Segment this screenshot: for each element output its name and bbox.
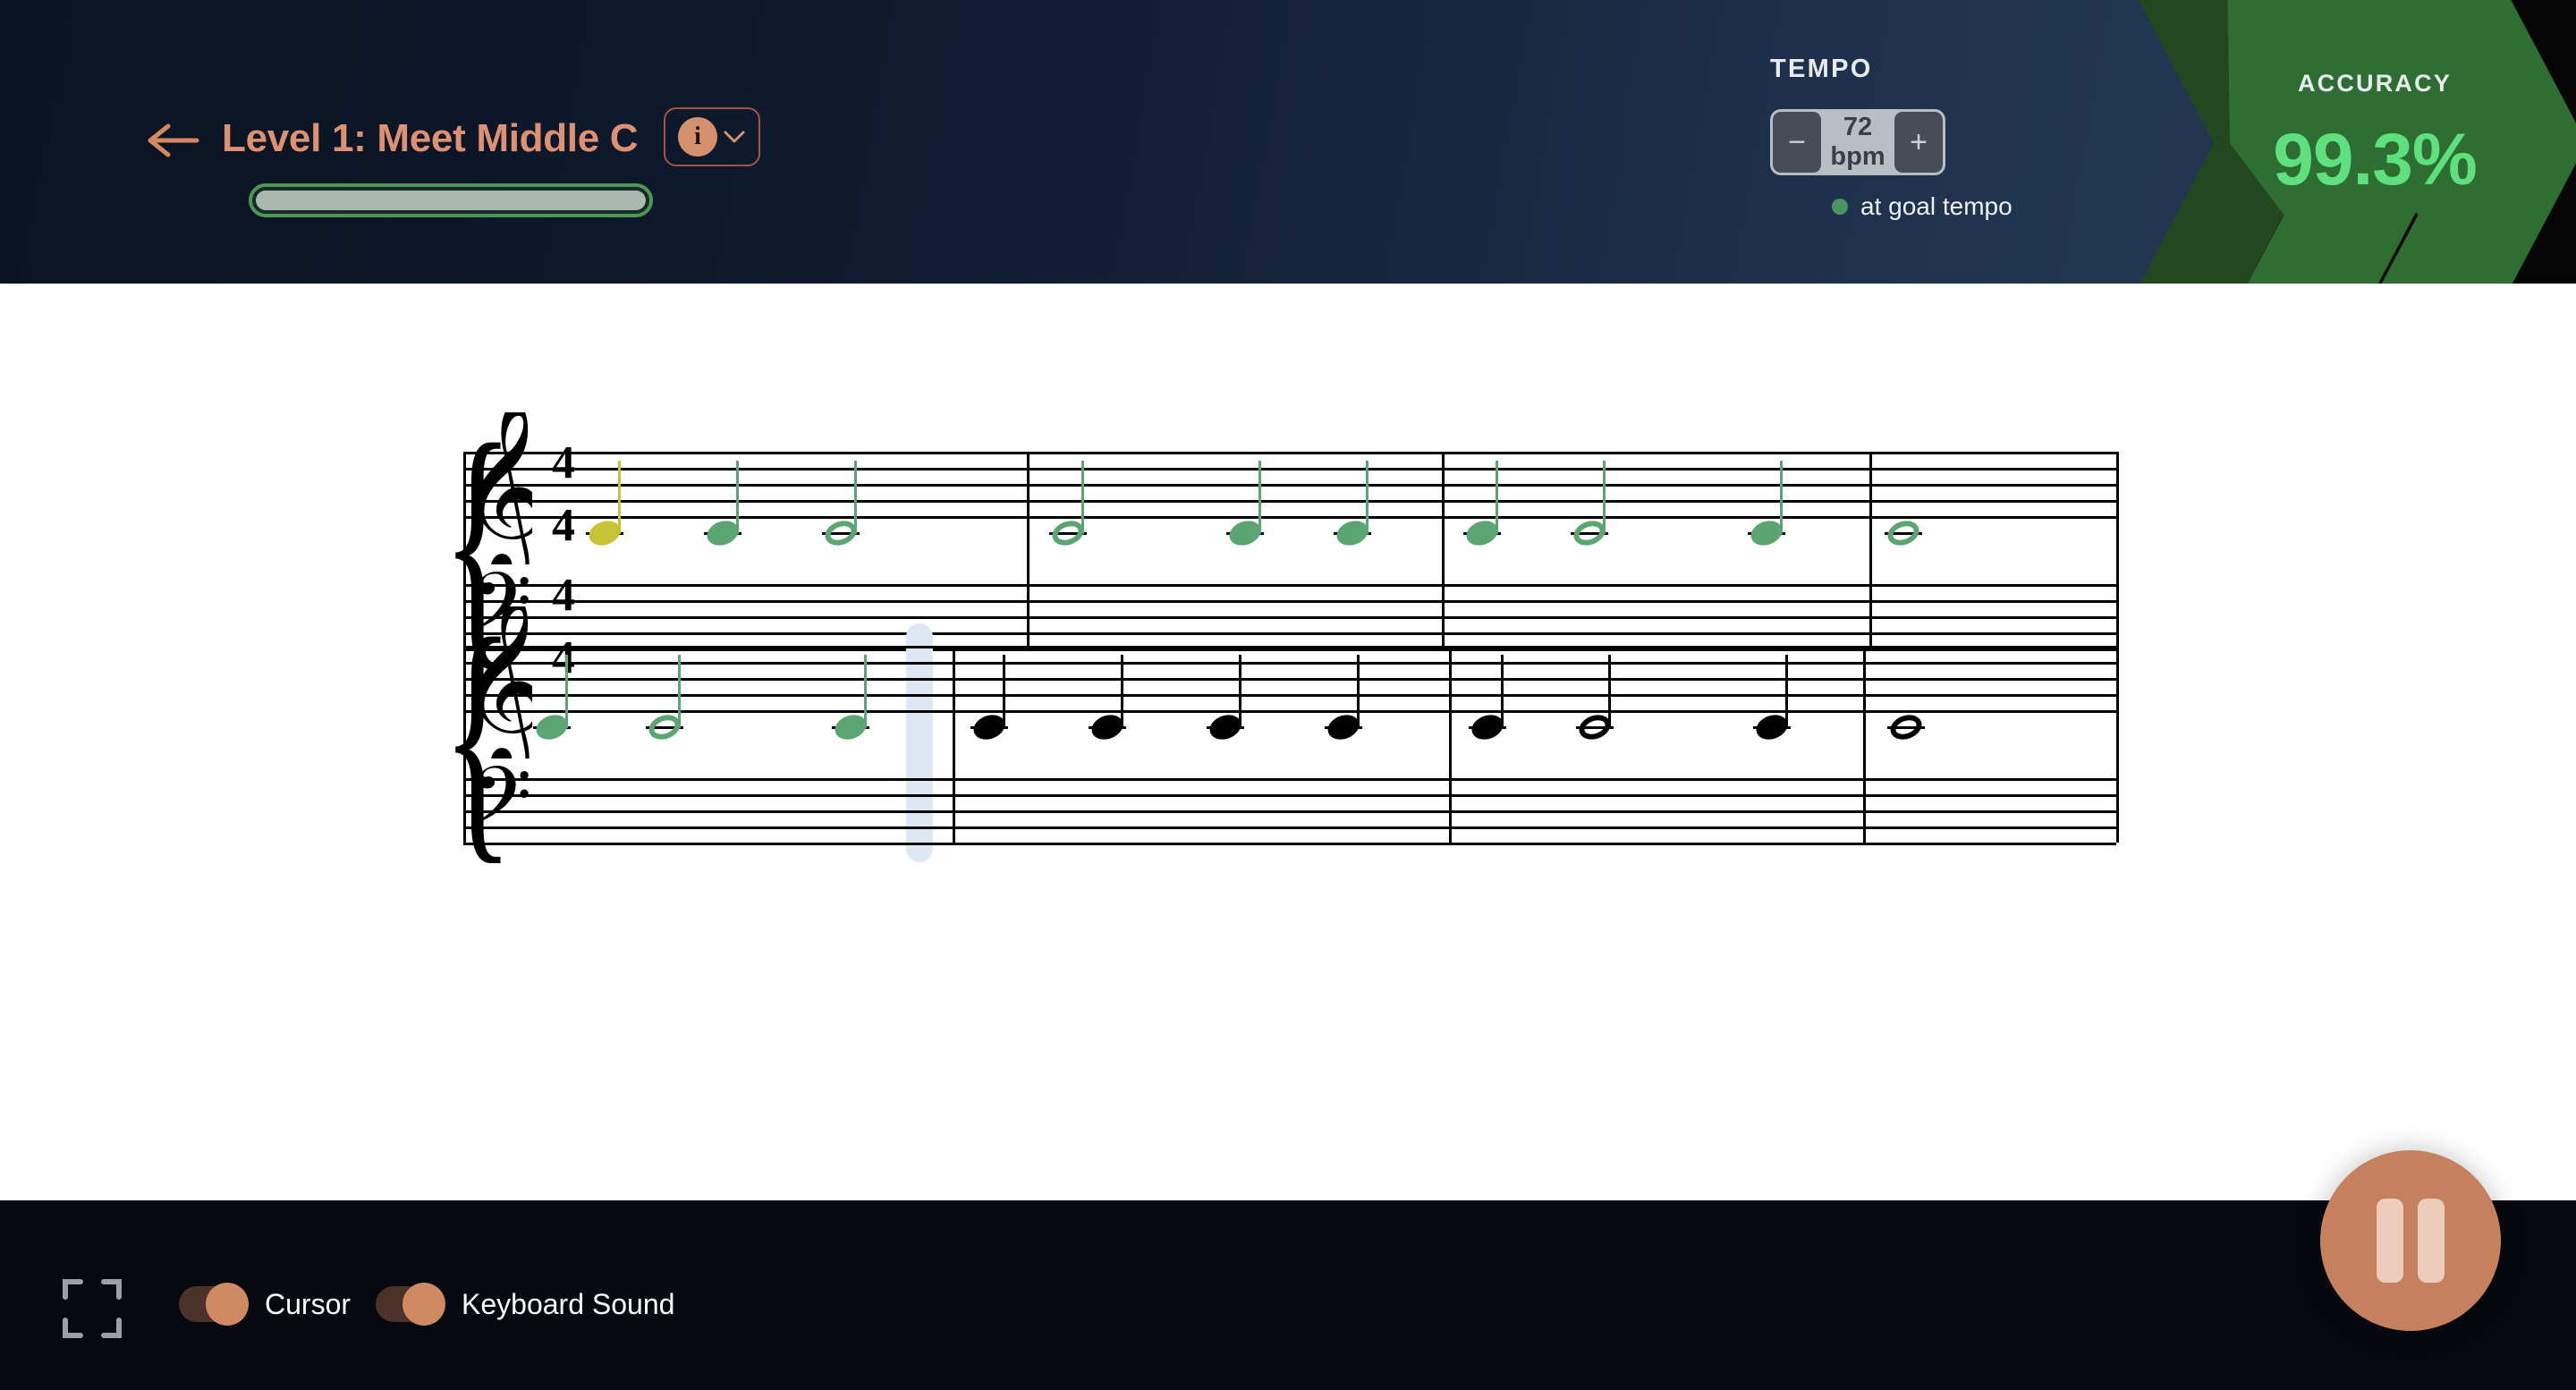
accuracy-label: ACCURACY: [2297, 70, 2453, 97]
info-dropdown-button[interactable]: i: [664, 107, 760, 166]
note-stem: [678, 655, 681, 728]
treble-staff-line: [463, 662, 2116, 665]
bass-staff-line: [463, 794, 2116, 797]
chevron-down-icon: [724, 131, 745, 143]
toggle-label-keyboard-sound: Keyboard Sound: [462, 1287, 675, 1320]
toggle-label-cursor: Cursor: [265, 1287, 352, 1320]
treble-staff-line: [463, 646, 2116, 648]
tempo-label: TEMPO: [1770, 55, 1873, 83]
note-stem: [1239, 655, 1241, 728]
tempo-status-label: at goal tempo: [1860, 192, 2012, 220]
toggle-knob-keyboard-sound: [402, 1283, 445, 1326]
note-stem: [1003, 655, 1005, 728]
staff-system-2: {𝄞 𝄢: [0, 284, 2576, 1200]
pause-icon-bar-right: [2418, 1199, 2445, 1283]
fullscreen-icon[interactable]: [61, 1277, 123, 1340]
tempo-stepper: − 72 bpm +: [1770, 109, 1945, 175]
tempo-decrement-button[interactable]: −: [1773, 112, 1821, 173]
tempo-increment-button[interactable]: +: [1894, 112, 1943, 173]
treble-staff-line: [463, 694, 2116, 697]
bass-staff-line: [463, 778, 2116, 781]
treble-staff-line: [463, 678, 2116, 681]
pause-button[interactable]: [2320, 1150, 2501, 1331]
note-stem: [864, 655, 867, 728]
toggle-row-cursor: Cursor: [179, 1283, 352, 1326]
note-stem: [1121, 655, 1123, 728]
measure-barline: [2116, 646, 2119, 843]
note-stem: [565, 655, 568, 728]
accuracy-value: 99.3%: [2273, 119, 2478, 200]
bass-staff-line: [463, 843, 2116, 845]
app-header: Level 1: Meet Middle C i TEMPO − 72 bpm …: [0, 0, 2576, 284]
tempo-status: at goal tempo: [1832, 192, 2012, 221]
svg-text:𝄢: 𝄢: [476, 764, 530, 862]
toggle-keyboard-sound[interactable]: [376, 1283, 445, 1326]
toggle-cursor[interactable]: [179, 1283, 249, 1326]
note-stem: [1785, 655, 1788, 728]
bass-staff-line: [463, 826, 2116, 829]
back-arrow-icon[interactable]: [145, 119, 202, 162]
treble-clef-icon: 𝄞: [459, 591, 548, 776]
notehead-whole[interactable]: [1886, 710, 1926, 744]
measure-barline: [953, 646, 955, 843]
treble-staff-line: [463, 710, 2116, 713]
level-progress-bar: [249, 183, 653, 217]
bass-clef-icon: 𝄢: [470, 750, 531, 867]
measure-barline: [1863, 646, 1866, 843]
toggle-row-keyboard-sound: Keyboard Sound: [376, 1283, 675, 1326]
page-title: Level 1: Meet Middle C: [222, 116, 639, 160]
note-stem: [1357, 655, 1360, 728]
sheet-music-area[interactable]: {𝄞 𝄢 4 4 4 4{𝄞 𝄢: [0, 284, 2576, 1200]
level-progress-fill: [256, 191, 646, 210]
tempo-value[interactable]: 72 bpm: [1824, 113, 1892, 172]
pause-icon-bar-left: [2377, 1199, 2403, 1283]
info-icon: i: [678, 117, 717, 157]
bass-staff-line: [463, 810, 2116, 813]
status-dot-icon: [1832, 199, 1848, 215]
note-stem: [1608, 655, 1611, 728]
note-stem: [1501, 655, 1504, 728]
measure-barline: [1449, 646, 1452, 843]
toggle-knob-cursor: [206, 1283, 249, 1326]
svg-text:𝄞: 𝄞: [475, 606, 532, 759]
